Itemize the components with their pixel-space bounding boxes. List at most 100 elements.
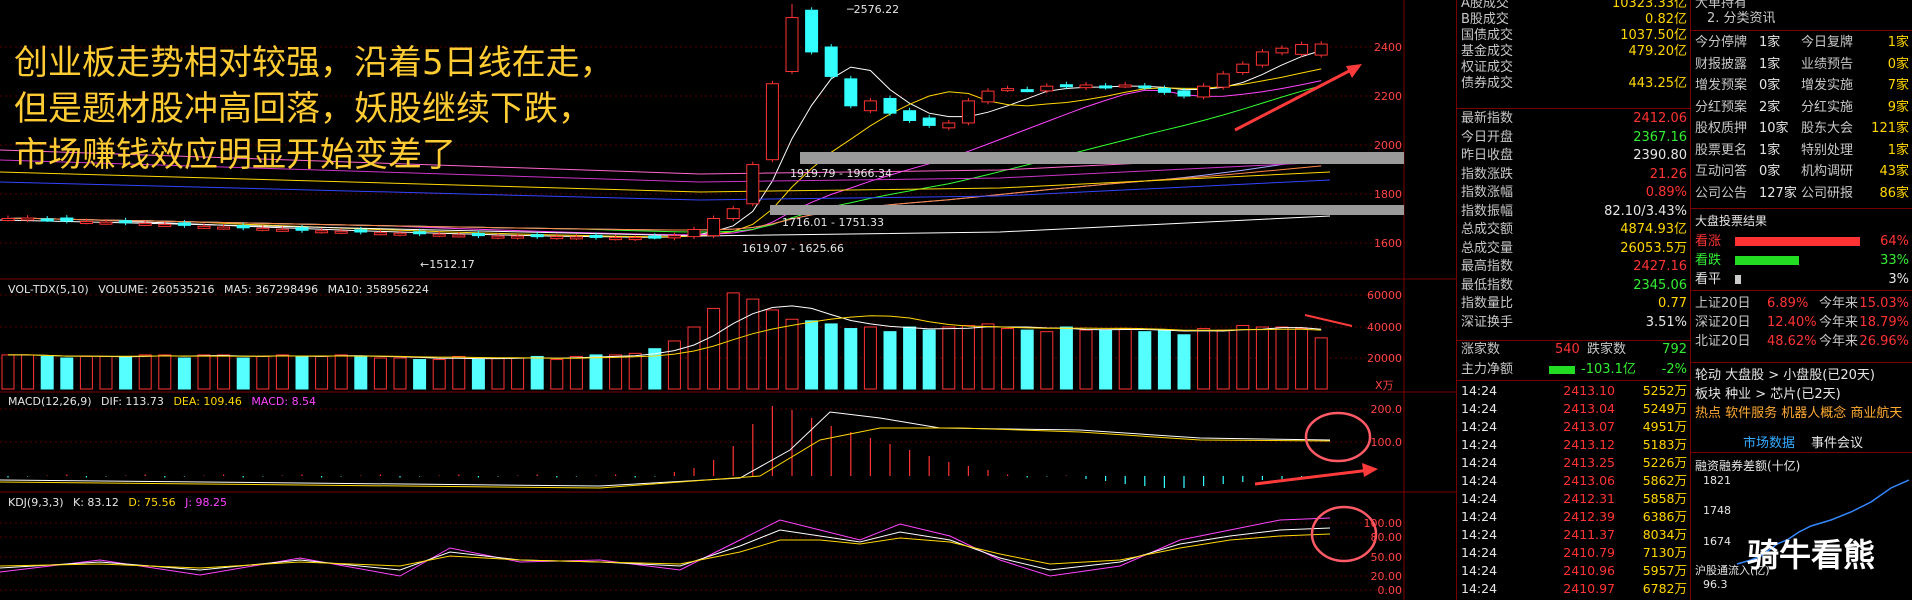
rotation-row[interactable]: 热点 软件服务 机器人概念 商业航天 xyxy=(1691,404,1912,423)
tick-row: 14:24 2413.06 5862万 xyxy=(1457,472,1691,490)
volume-bar xyxy=(530,355,544,390)
volume-indicator-label[interactable]: VOL-TDX(5,10) VOLUME: 260535216 MA5: 367… xyxy=(8,283,435,296)
volume-bar xyxy=(1099,329,1113,390)
index-stat-row: 总成交量 26053.5万 xyxy=(1457,240,1691,258)
turnover-value: 443.25亿 xyxy=(1628,76,1688,91)
tick-price: 2413.25 xyxy=(1563,455,1615,470)
index-stat-label: 指数量比 xyxy=(1461,296,1514,311)
vol-tick-60000: 60000 xyxy=(1367,289,1402,302)
volume-bar xyxy=(452,355,466,390)
tick-volume: 5957万 xyxy=(1642,563,1687,578)
candle-body xyxy=(1236,63,1250,73)
news-category-count: 121家 xyxy=(1871,121,1909,136)
price-tick-2200: 2200 xyxy=(1374,90,1402,103)
down-count-label: 跌家数 xyxy=(1587,342,1627,357)
side-header-2[interactable]: 2. 分类资讯 xyxy=(1691,9,1912,28)
tick-price: 2410.79 xyxy=(1563,545,1615,560)
index-stat-label: 指数振幅 xyxy=(1461,203,1514,219)
tick-price: 2413.04 xyxy=(1563,401,1615,416)
rotation-row[interactable]: 轮动 大盘股 > 小盘股(已20天) xyxy=(1691,366,1912,385)
tick-volume: 6386万 xyxy=(1642,509,1687,524)
volume-bar xyxy=(765,309,779,390)
candle-body xyxy=(883,97,897,114)
margin-tick-1748: 1748 xyxy=(1703,504,1731,517)
news-category-count: 10家 xyxy=(1759,121,1789,136)
tick-row: 14:24 2413.07 4951万 xyxy=(1457,418,1691,436)
tick-time: 14:24 xyxy=(1461,401,1498,416)
kdj-d-line xyxy=(0,533,1331,569)
tick-time: 14:24 xyxy=(1461,437,1498,452)
info-divider xyxy=(1457,108,1691,109)
volume-bar xyxy=(1079,329,1093,390)
candle-body xyxy=(805,9,819,53)
volume-bar xyxy=(197,354,211,390)
perf-label-ytd: 今年来 xyxy=(1819,334,1859,349)
tick-volume: 5252万 xyxy=(1642,383,1687,398)
tick-volume: 5249万 xyxy=(1642,401,1687,416)
volume-bar xyxy=(511,357,525,390)
news-category-label: 业绩预告 xyxy=(1801,56,1854,72)
kdj-indicator-label[interactable]: KDJ(9,3,3) K: 83.12 D: 75.56 J: 98.25 xyxy=(8,496,233,509)
vote-row: 看跌 33% xyxy=(1691,251,1912,270)
news-category-count: 1家 xyxy=(1759,56,1781,72)
main-flow-value: -103.1亿 xyxy=(1581,362,1636,377)
index-stat-value: 2345.06 xyxy=(1633,277,1687,293)
news-category-row[interactable]: 分红预案 2家 分红实施 9家 xyxy=(1691,98,1912,117)
rotation-text: 板块 种业 > 芯片(已2天) xyxy=(1695,387,1841,402)
candle-body xyxy=(197,225,211,229)
kline-chart-area[interactable]: 创业板走势相对较强，沿着5日线在走， 但是题材股冲高回落，妖股继续下跌， 市场赚… xyxy=(0,0,1456,600)
volume-bar xyxy=(785,318,799,390)
volume-bar xyxy=(628,352,642,390)
volume-bar xyxy=(569,355,583,390)
tab-events[interactable]: 事件会议 xyxy=(1811,432,1863,451)
candle-body xyxy=(687,229,701,238)
volume-bar xyxy=(667,340,681,390)
perf-20d: 12.40% xyxy=(1767,315,1817,330)
candle-body xyxy=(863,100,877,112)
tab-market-data[interactable]: 市场数据 xyxy=(1743,432,1795,451)
news-category-row[interactable]: 股票更名 1家 特别处理 1家 xyxy=(1691,141,1912,160)
tick-volume: 8034万 xyxy=(1642,527,1687,542)
news-category-row[interactable]: 互动问答 0家 机构调研 43家 xyxy=(1691,162,1912,181)
news-category-row[interactable]: 财报披露 1家 业绩预告 0家 xyxy=(1691,55,1912,74)
candle-body xyxy=(217,226,231,230)
news-category-row[interactable]: 公司公告 127家 公司研报 86家 xyxy=(1691,184,1912,203)
candle-body xyxy=(413,231,427,235)
high-price-label: ─2576.22 xyxy=(847,3,900,16)
volume-bar xyxy=(1236,324,1250,390)
volume-bar xyxy=(334,354,348,390)
news-category-count: 43家 xyxy=(1879,164,1909,179)
candle-body xyxy=(491,235,505,239)
candle-body xyxy=(648,235,662,239)
macd-tick-200: 200.0 xyxy=(1370,403,1403,416)
candle-body xyxy=(1197,85,1211,98)
macd-indicator-label[interactable]: MACD(12,26,9) DIF: 113.73 DEA: 109.46 MA… xyxy=(8,395,322,408)
rotation-row[interactable]: 板块 种业 > 芯片(已2天) xyxy=(1691,385,1912,404)
candle-body xyxy=(177,222,191,226)
volume-bar xyxy=(21,354,35,390)
index-stat-label: 最低指数 xyxy=(1461,277,1514,293)
vote-title: 大盘投票结果 xyxy=(1695,214,1768,228)
perf-ytd: 15.03% xyxy=(1859,296,1909,311)
candle-body xyxy=(256,227,270,231)
zone3-label: 1619.07 - 1625.66 xyxy=(742,242,844,255)
volume-bar xyxy=(256,355,270,390)
volume-bar xyxy=(903,326,917,390)
news-category-row[interactable]: 增发预案 0家 增发实施 7家 xyxy=(1691,76,1912,95)
tick-time: 14:24 xyxy=(1461,491,1498,506)
price-tick-1600: 1600 xyxy=(1374,237,1402,250)
volume-ma5: MA5: 367298496 xyxy=(223,283,319,296)
tick-volume: 6782万 xyxy=(1642,581,1687,596)
index-stat-label: 今日开盘 xyxy=(1461,129,1514,145)
news-category-count: 86家 xyxy=(1879,185,1909,201)
news-category-label: 分红预案 xyxy=(1695,99,1748,115)
volume-bar xyxy=(79,355,93,390)
perf-ytd: 26.96% xyxy=(1859,334,1909,349)
volume-bar xyxy=(1275,326,1289,390)
index-stat-row: 总成交额 4874.93亿 xyxy=(1457,221,1691,239)
news-category-row[interactable]: 股权质押 10家 股东大会 121家 xyxy=(1691,119,1912,138)
volume-bar xyxy=(1177,334,1191,390)
index-stat-value: 26053.5万 xyxy=(1620,240,1687,256)
news-category-row[interactable]: 今分停牌 1家 今日复牌 1家 xyxy=(1691,33,1912,52)
volume-bar xyxy=(1197,328,1211,390)
